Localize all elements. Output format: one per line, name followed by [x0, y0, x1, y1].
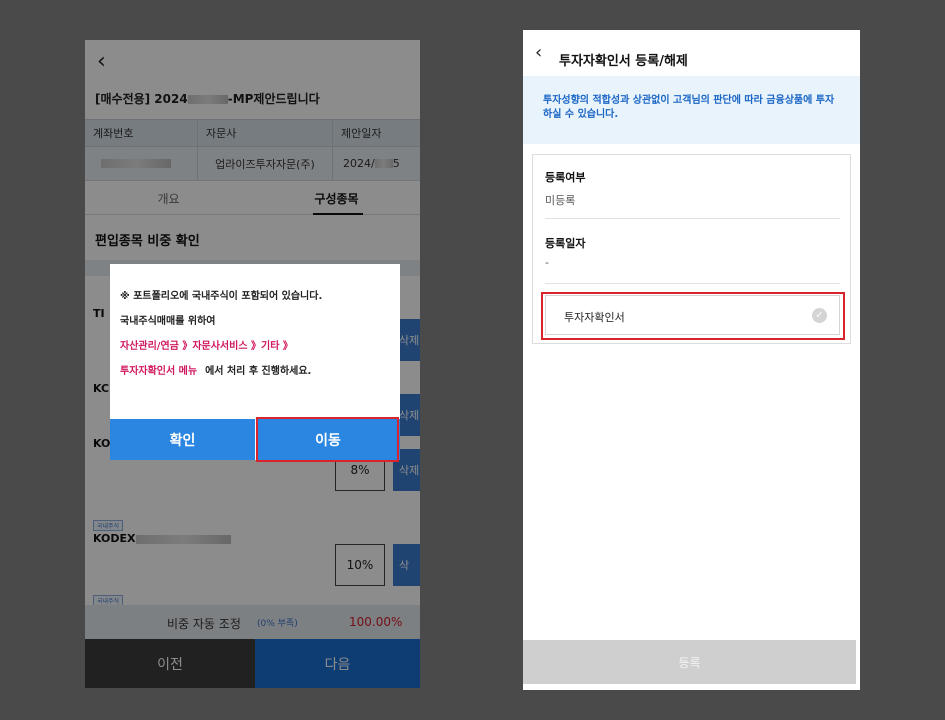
page-title: 투자자확인서 등록/해제 [559, 54, 688, 69]
dialog-line-2: 국내주식매매를 위하여 [120, 316, 216, 327]
confirm-button[interactable]: 확인 [110, 419, 255, 460]
registration-date-label: 등록일자 [545, 237, 586, 250]
dialog-line-4: 투자자확인서 메뉴 에서 처리 후 진행하세요. [120, 359, 395, 384]
dialog-line-4-rest: 에서 처리 후 진행하세요. [205, 366, 312, 377]
highlight-box [256, 417, 399, 462]
dialog-line-1: ※ 포트폴리오에 국내주식이 포함되어 있습니다. [120, 291, 323, 302]
registration-date-value: - [545, 256, 549, 269]
left-screen: ‹ [매수전용] 2024 -MP제안드립니다 계좌번호 자문사 제안일자 업라이… [85, 40, 420, 688]
register-button[interactable]: 등록 [523, 640, 856, 684]
menu-name: 투자자확인서 메뉴 [120, 366, 198, 377]
registration-status-label: 등록여부 [545, 171, 586, 184]
registration-status-value: 미등록 [545, 194, 576, 207]
divider [545, 283, 840, 284]
highlight-box [541, 292, 845, 340]
notice-text: 투자성향의 적합성과 상관없이 고객님의 판단에 따라 금융상품에 투자하실 수… [543, 95, 835, 120]
right-screen: ‹ 투자자확인서 등록/해제 투자성향의 적합성과 상관없이 고객님의 판단에 … [523, 30, 860, 690]
notice-banner: 투자성향의 적합성과 상관없이 고객님의 판단에 따라 금융상품에 투자하실 수… [523, 76, 860, 144]
dialog-message: ※ 포트폴리오에 국내주식이 포함되어 있습니다. 국내주식매매를 위하여 자산… [120, 284, 395, 384]
header: ‹ 투자자확인서 등록/해제 [523, 30, 860, 76]
divider [545, 218, 840, 219]
back-icon[interactable]: ‹ [535, 42, 542, 63]
dialog-line-3: 자산관리/연금 》자문사서비스 》기타 》 [120, 341, 293, 352]
